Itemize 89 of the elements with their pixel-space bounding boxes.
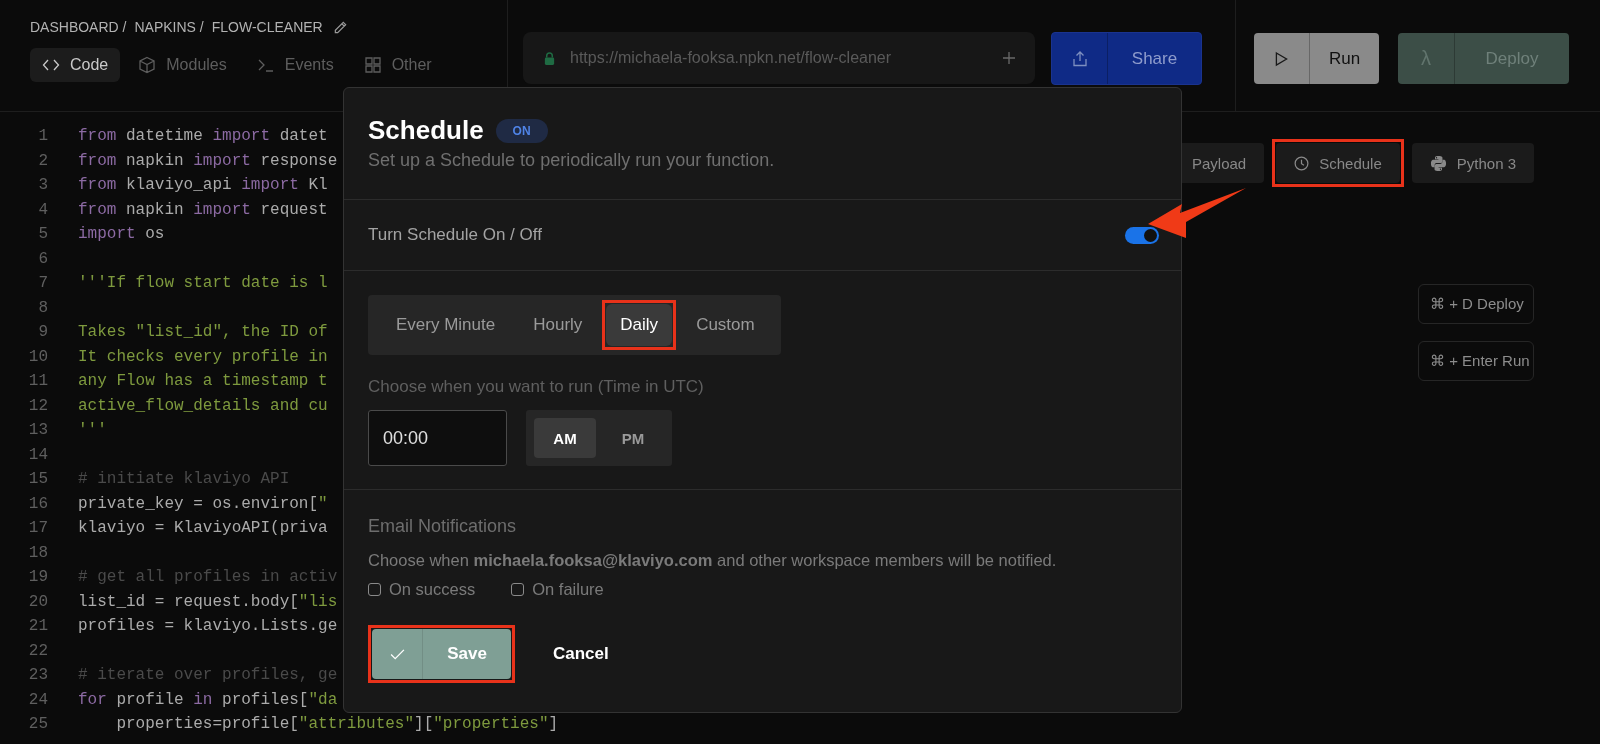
code-line: klaviyo = KlaviyoAPI(priva: [78, 519, 328, 538]
code-line: properties=profile["attributes"]["properties"]: [115, 715, 559, 734]
meridiem-option[interactable]: PM: [602, 418, 664, 458]
python-icon: [1429, 154, 1447, 172]
notification-text: Choose when michaela.fooksa@klaviyo.com and other workspace members will be notified.: [368, 551, 1058, 570]
tool-button[interactable]: Schedule: [1276, 143, 1400, 183]
frequency-option[interactable]: Daily: [606, 304, 673, 346]
code-line: from datetime import datet: [78, 127, 328, 146]
checkbox[interactable]: [511, 583, 525, 596]
time-field[interactable]: 00:00: [368, 410, 507, 466]
line-number: 18: [27, 543, 48, 562]
line-number: 9: [37, 323, 48, 342]
code-line: # iterate over profiles, ge: [78, 666, 338, 685]
code-line: Takes "list_id", the ID of: [78, 323, 328, 342]
line-number: 8: [37, 298, 48, 317]
lock-icon: [543, 50, 556, 66]
code-line: for profile in profiles["da: [78, 690, 338, 709]
play-icon: [1275, 50, 1288, 67]
time-hint: Choose when you want to run (Time in UTC): [368, 377, 705, 397]
line-number: 14: [27, 445, 48, 464]
breadcrumb-item[interactable]: FLOW-CLEANER: [211, 19, 323, 35]
pencil-icon[interactable]: [332, 19, 348, 35]
code-line: # get all profiles in activ: [78, 568, 338, 587]
line-number: 4: [37, 200, 48, 219]
frequency-option[interactable]: Hourly: [519, 304, 597, 346]
breadcrumb-item[interactable]: DASHBOARD /: [30, 19, 127, 35]
meridiem-option[interactable]: AM: [534, 418, 596, 458]
line-number: 19: [27, 568, 48, 587]
line-number: 3: [37, 176, 48, 195]
code-line: '''If flow start date is l: [78, 274, 328, 293]
line-number: 20: [27, 592, 48, 611]
status-badge: ON: [495, 118, 548, 143]
checkbox-label: On success: [389, 580, 476, 599]
shortcut-hint: ⌘ + Enter Run: [1418, 341, 1534, 381]
code-line: profiles = klaviyo.Lists.ge: [78, 617, 338, 636]
dialog-title: Schedule: [368, 115, 484, 146]
checkbox[interactable]: [368, 583, 381, 596]
code-line: ''': [78, 421, 107, 440]
section-heading: Email Notifications: [368, 516, 518, 537]
code-line: It checks every profile in: [78, 347, 328, 366]
clock-icon: [1294, 155, 1310, 171]
dialog-subtitle: Set up a Schedule to periodically run your function.: [368, 150, 776, 171]
line-number: 17: [27, 519, 48, 538]
grid-icon: [363, 56, 382, 74]
nav-tab[interactable]: Modules: [126, 48, 239, 82]
plus-icon[interactable]: [1003, 52, 1015, 64]
upload-icon: [1070, 49, 1089, 68]
frequency-option[interactable]: Every Minute: [382, 304, 510, 346]
tool-button[interactable]: Python 3: [1411, 143, 1534, 183]
schedule-toggle[interactable]: [1125, 226, 1159, 244]
code-line: from napkin import request: [78, 200, 328, 219]
nav-tab[interactable]: Other: [351, 48, 444, 82]
toggle-label: Turn Schedule On / Off: [368, 225, 542, 245]
nav-tab[interactable]: Events: [244, 48, 346, 82]
line-number: 16: [27, 494, 48, 513]
code-line: from klaviyo_api import Kl: [78, 176, 328, 195]
save-button[interactable]: Save: [372, 629, 511, 679]
line-number: 5: [37, 225, 48, 244]
code-line: active_flow_details and cu: [78, 396, 328, 415]
code-line: list_id = request.body["lis: [78, 592, 338, 611]
line-number: 25: [27, 715, 48, 734]
line-number: 13: [27, 421, 48, 440]
code-line: from napkin import response: [78, 151, 338, 170]
share-button[interactable]: Share: [1051, 32, 1202, 85]
line-number: 7: [37, 274, 48, 293]
check-icon: [389, 648, 405, 660]
line-number: 6: [37, 249, 48, 268]
line-number: 23: [27, 666, 48, 685]
nav-tab[interactable]: Code: [30, 48, 121, 82]
cancel-button[interactable]: Cancel: [549, 638, 613, 670]
line-number: 24: [27, 690, 48, 709]
line-number: 15: [27, 470, 48, 489]
line-number: 1: [37, 127, 48, 146]
checkbox-label: On failure: [532, 580, 604, 599]
line-number: 21: [27, 617, 48, 636]
line-number: 22: [27, 641, 48, 660]
line-number: 12: [27, 396, 48, 415]
run-button[interactable]: Run: [1254, 33, 1379, 84]
shortcut-hint: ⌘ + D Deploy: [1418, 284, 1534, 324]
line-number: 11: [27, 372, 48, 391]
code-line: private_key = os.environ[": [78, 494, 328, 513]
breadcrumb-item[interactable]: NAPKINS /: [134, 19, 204, 35]
frequency-option[interactable]: Custom: [682, 304, 769, 346]
code-line: import os: [78, 225, 165, 244]
code-line: # initiate klaviyo API: [78, 470, 290, 489]
line-number: 2: [37, 151, 48, 170]
cube-icon: [138, 56, 157, 74]
line-number: 10: [27, 347, 48, 366]
code-line: any Flow has a timestamp t: [78, 372, 328, 391]
